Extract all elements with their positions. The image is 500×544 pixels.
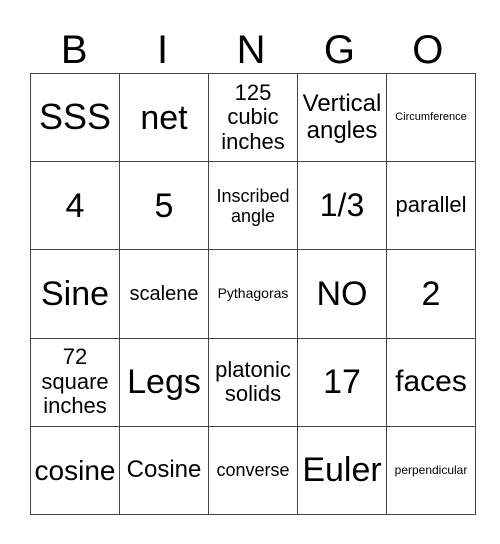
bingo-cell[interactable]: Vertical angles <box>297 72 387 163</box>
bingo-cell[interactable]: 125 cubic inches <box>208 72 298 163</box>
bingo-cell[interactable]: Circumference <box>386 72 476 163</box>
bingo-cell[interactable]: cosine <box>30 425 120 516</box>
bingo-cell[interactable]: Euler <box>297 425 387 516</box>
bingo-cell[interactable]: Inscribed angle <box>208 161 298 251</box>
bingo-cell[interactable]: Pythagoras <box>208 249 298 339</box>
bingo-row: 4 5 Inscribed angle 1/3 parallel <box>30 161 476 251</box>
bingo-cell[interactable]: faces <box>386 337 476 427</box>
bingo-cell[interactable]: Legs <box>119 337 209 427</box>
bingo-cell[interactable]: 5 <box>119 161 209 251</box>
bingo-cell[interactable]: platonic solids <box>208 337 298 427</box>
header-letter: G <box>323 28 355 72</box>
bingo-cell[interactable]: converse <box>208 425 298 516</box>
bingo-row: Sine scalene Pythagoras NO 2 <box>30 249 476 339</box>
bingo-row: 72 square inches Legs platonic solids 17 fac… <box>30 337 476 427</box>
header-letter: B <box>60 28 88 72</box>
bingo-cell[interactable]: Cosine <box>119 425 209 516</box>
bingo-row: SSS net 125 cubic inches Vertical angles Cir… <box>30 72 476 163</box>
bingo-header: B I N G O <box>30 28 472 72</box>
bingo-cell[interactable]: NO <box>297 249 387 339</box>
bingo-cell[interactable]: 72 square inches <box>30 337 120 427</box>
bingo-cell[interactable]: scalene <box>119 249 209 339</box>
bingo-cell[interactable]: 1/3 <box>297 161 387 251</box>
header-letter: I <box>157 28 169 72</box>
bingo-cell[interactable]: parallel <box>386 161 476 251</box>
bingo-row: cosine Cosine converse Euler perpendicular <box>30 425 476 516</box>
bingo-grid: SSS net 125 cubic inches Vertical angles Cir… <box>30 72 476 516</box>
bingo-cell[interactable]: Sine <box>30 249 120 339</box>
bingo-cell[interactable]: net <box>119 72 209 163</box>
header-letter: O <box>412 28 444 72</box>
bingo-cell[interactable]: 17 <box>297 337 387 427</box>
bingo-cell[interactable]: SSS <box>30 72 120 163</box>
bingo-cell[interactable]: 4 <box>30 161 120 251</box>
bingo-cell[interactable]: 2 <box>386 249 476 339</box>
header-letter: N <box>236 28 266 72</box>
bingo-cell[interactable]: perpendicular <box>386 425 476 516</box>
